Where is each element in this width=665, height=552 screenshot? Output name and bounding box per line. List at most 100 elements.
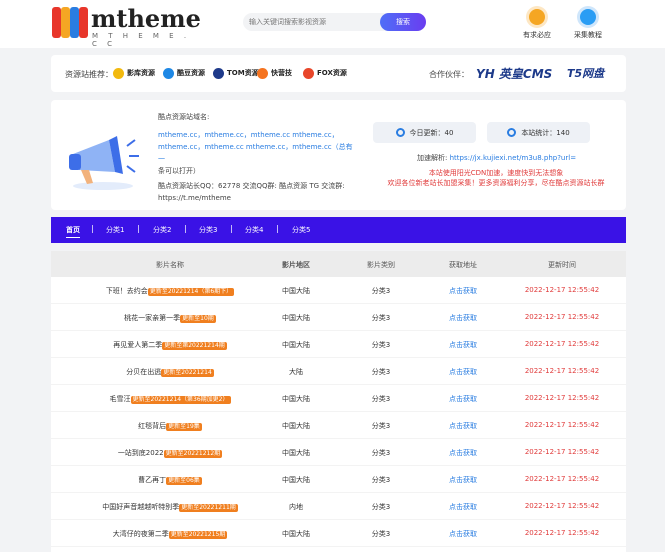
partner-yinghuang-cms[interactable]: YH 英皇CMS xyxy=(476,65,552,82)
video-area: 中国大陆 xyxy=(282,287,310,295)
video-area: 内地 xyxy=(289,503,303,511)
video-name[interactable]: 红毯背后 更新至19集 xyxy=(51,421,289,431)
update-badge: 更新至20221212期 xyxy=(163,450,223,458)
resource-link-kudou[interactable]: 酷豆资源 xyxy=(163,66,205,80)
video-area: 中国大陆 xyxy=(282,341,310,349)
partner-t5-netdisk[interactable]: T5网盘 xyxy=(567,65,604,81)
update-badge: 更新至20221214（第6期下） xyxy=(147,288,235,296)
video-category: 分类3 xyxy=(371,503,391,511)
nav-separator: | xyxy=(230,224,233,233)
video-area: 中国大陆 xyxy=(282,395,310,403)
nav-separator: | xyxy=(137,224,140,233)
tg-line[interactable]: https://t.me/mtheme xyxy=(158,192,358,204)
notice-text: 本站使用阳光CDN加速，速度快到无法想象 欢迎各位新老站长加盟采集！更多资源福利… xyxy=(371,168,621,188)
site-logo[interactable]: mtheme M T H E M E . C C xyxy=(52,4,201,48)
video-title[interactable]: 大湾仔的夜第二季 xyxy=(113,530,169,538)
update-badge: 更新至10期 xyxy=(180,315,216,323)
get-link[interactable]: 点击获取 xyxy=(433,502,493,512)
video-name[interactable]: 一站到底2022 更新至20221212期 xyxy=(51,448,289,458)
tutorial-link[interactable]: 采集教程 xyxy=(568,9,608,40)
nav-item-cat1[interactable]: 分类1 xyxy=(106,225,124,235)
request-link[interactable]: 有求必应 xyxy=(517,9,557,40)
search-input[interactable] xyxy=(243,13,383,31)
category-nav: 首页 | 分类1 | 分类2 | 分类3 | 分类4 | 分类5 xyxy=(51,217,626,243)
header-category: 影片类别 xyxy=(367,261,395,269)
video-name[interactable]: 曹乙再丁 更新至06集 xyxy=(51,475,289,485)
get-link[interactable]: 点击获取 xyxy=(433,421,493,431)
domain-links[interactable]: mtheme.cc，mtheme.cc，mtheme.cc mtheme.cc， xyxy=(158,129,358,141)
domain-line[interactable]: mtheme.cc，mtheme.cc，mtheme.cc mtheme.cc， xyxy=(158,131,339,139)
header-link: 获取地址 xyxy=(449,261,477,269)
get-link[interactable]: 点击获取 xyxy=(433,448,493,458)
get-link[interactable]: 点击获取 xyxy=(433,286,493,296)
get-link[interactable]: 点击获取 xyxy=(433,367,493,377)
video-title[interactable]: 桃花一家亲第一季 xyxy=(124,314,180,322)
search-button[interactable]: 搜索 xyxy=(380,13,426,31)
video-name[interactable]: 再见爱人第二季 更新至第20221214期 xyxy=(51,340,289,350)
domain-line[interactable]: mtheme.cc，mtheme.cc mtheme.cc，mtheme.cc（… xyxy=(158,143,353,163)
fox-logo-icon xyxy=(303,67,314,79)
header-area: 影片地区 xyxy=(282,261,310,269)
table-row: 毛雪汪 更新至20221214（第36期加更2） 中国大陆 分类3 点击获取 2022-1… xyxy=(51,385,626,412)
nav-item-cat4[interactable]: 分类4 xyxy=(245,225,263,235)
header-time: 更新时间 xyxy=(548,261,576,269)
domain-title: 酷点资源站域名: xyxy=(158,113,210,121)
nav-item-cat3[interactable]: 分类3 xyxy=(199,225,217,235)
nav-item-home[interactable]: 首页 xyxy=(66,225,80,238)
update-time: 2022-12-17 12:55:42 xyxy=(524,529,600,537)
today-update-stat: 今日更新：40 xyxy=(373,122,476,143)
video-name[interactable]: 毛雪汪 更新至20221214（第36期加更2） xyxy=(51,394,289,404)
table-header: 影片名称 影片地区 影片类别 获取地址 更新时间 xyxy=(51,251,626,277)
video-title[interactable]: 分贝在出逃 xyxy=(126,368,161,376)
info-text-block: 酷点资源站域名: mtheme.cc，mtheme.cc，mtheme.cc m… xyxy=(158,111,358,204)
update-time: 2022-12-17 12:55:42 xyxy=(524,367,600,375)
table-row: 下班！去约会 更新至20221214（第6期下） 中国大陆 分类3 点击获取 2022-1… xyxy=(51,277,626,304)
speed-url-link[interactable]: https://jx.kujiexi.net/m3u8.php?url= xyxy=(450,154,576,162)
update-time: 2022-12-17 12:55:42 xyxy=(524,394,600,402)
update-time: 2022-12-17 12:55:42 xyxy=(524,421,600,429)
resource-title: 资源站推荐： xyxy=(65,70,113,79)
video-name[interactable]: 下班！去约会 更新至20221214（第6期下） xyxy=(51,286,289,296)
tutorial-label: 采集教程 xyxy=(574,31,602,39)
update-badge: 更新至19集 xyxy=(166,423,202,431)
get-link[interactable]: 点击获取 xyxy=(433,313,493,323)
search-bar: 搜索 xyxy=(243,13,426,31)
resource-link-tom[interactable]: TOM资源 xyxy=(213,66,259,80)
resource-link-yingku[interactable]: 影库资源 xyxy=(113,66,155,80)
update-badge: 更新至06集 xyxy=(166,477,202,485)
speed-parse: 加速解析: https://jx.kujiexi.net/m3u8.php?ur… xyxy=(417,153,576,163)
get-link[interactable]: 点击获取 xyxy=(433,394,493,404)
get-link[interactable]: 点击获取 xyxy=(433,529,493,539)
resource-link-kuaiyingji[interactable]: 快营技 xyxy=(257,66,292,80)
table-row: 再见爱人第二季 更新至第20221214期 中国大陆 分类3 点击获取 2022-12-1… xyxy=(51,331,626,358)
video-title[interactable]: 曹乙再丁 xyxy=(138,476,166,484)
video-name[interactable]: 中国好声音越越听特别季 更新至20221211期 xyxy=(51,502,289,512)
video-name[interactable]: 桃花一家亲第一季 更新至10期 xyxy=(51,313,289,323)
nav-separator: | xyxy=(91,224,94,233)
pie-chart-icon xyxy=(507,128,517,137)
video-name[interactable]: 大湾仔的夜第二季 更新至20221215期 xyxy=(51,529,289,539)
video-title[interactable]: 中国好声音越越听特别季 xyxy=(102,503,179,511)
video-title[interactable]: 再见爱人第二季 xyxy=(113,341,162,349)
update-badge: 更新至第20221214期 xyxy=(162,342,227,350)
kuaiyingji-logo-icon xyxy=(257,67,268,79)
resource-label: TOM资源 xyxy=(227,69,259,77)
resource-link-fox[interactable]: FOX资源 xyxy=(303,66,347,80)
logo-subtitle: M T H E M E . C C xyxy=(92,32,191,48)
video-title[interactable]: 一站到底2022 xyxy=(118,449,164,457)
nav-item-cat5[interactable]: 分类5 xyxy=(292,225,310,235)
get-link[interactable]: 点击获取 xyxy=(433,340,493,350)
nav-item-cat2[interactable]: 分类2 xyxy=(153,225,171,235)
video-title[interactable]: 下班！去约会 xyxy=(106,287,148,295)
video-name[interactable]: 分贝在出逃 更新至20221214 xyxy=(51,367,289,377)
video-area: 中国大陆 xyxy=(282,449,310,457)
video-title[interactable]: 毛雪汪 xyxy=(110,395,131,403)
table-row: 一站到底2022 更新至20221212期 中国大陆 分类3 点击获取 2022-12-1… xyxy=(51,439,626,466)
resource-label: 影库资源 xyxy=(127,69,155,77)
get-link[interactable]: 点击获取 xyxy=(433,475,493,485)
update-time: 2022-12-17 12:55:42 xyxy=(524,313,600,321)
table-row: 桃花一家亲第一季 更新至10期 中国大陆 分类3 点击获取 2022-12-17 12:5… xyxy=(51,304,626,331)
video-category: 分类3 xyxy=(371,476,391,484)
video-title[interactable]: 红毯背后 xyxy=(138,422,166,430)
nav-separator: | xyxy=(184,224,187,233)
